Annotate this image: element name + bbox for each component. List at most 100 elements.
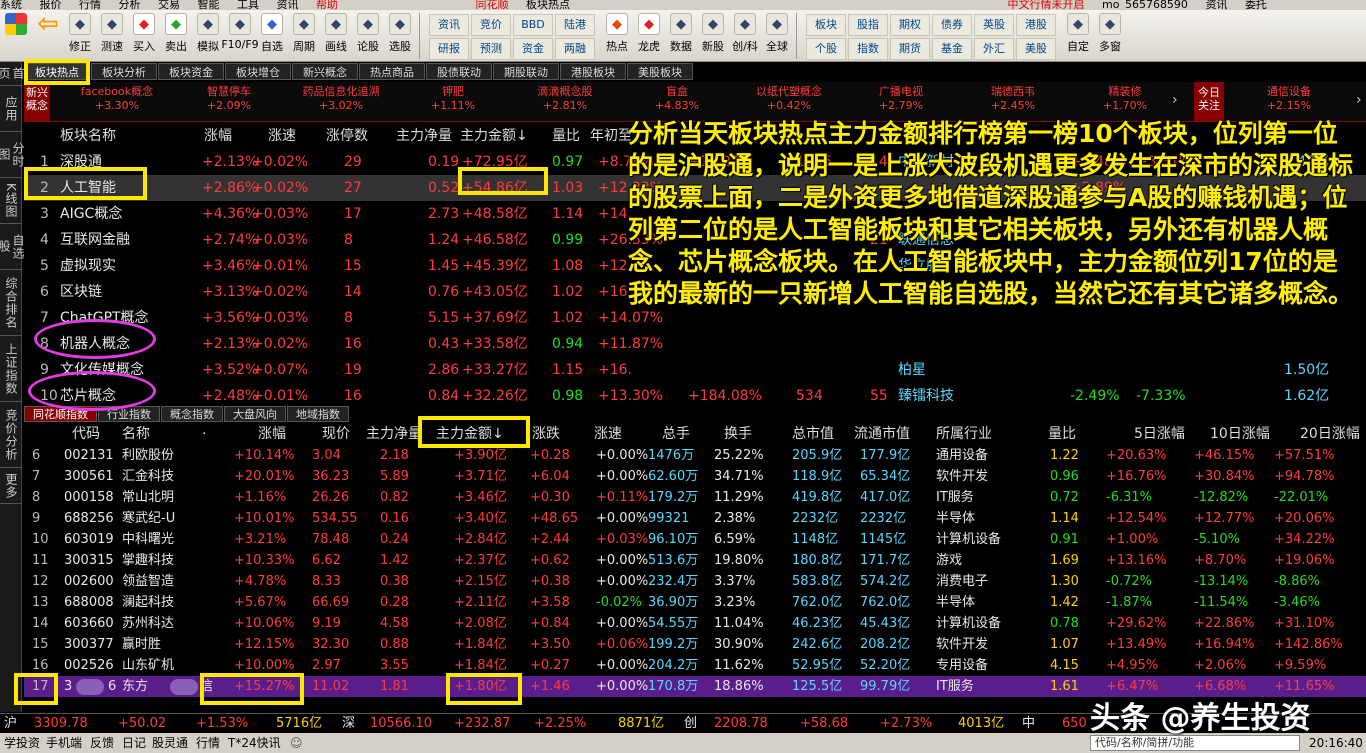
- ticker-item[interactable]: 广播电视 +2.79%: [846, 85, 956, 113]
- sector-col-header[interactable]: 主力净量: [396, 123, 452, 149]
- stock-row[interactable]: 8 000158 常山北明 +1.16% 26.26 0.82 +3.46亿 +0.30 +0.…: [24, 487, 1366, 508]
- menu-item[interactable]: 分析: [119, 0, 141, 10]
- menu-item[interactable]: 报价: [40, 0, 62, 10]
- ticker-item[interactable]: 滴滴概念股 +2.81%: [510, 85, 620, 113]
- stock-row[interactable]: 9 688256 寒武纪-U +10.01% 534.55 0.16 +3.40亿 +48.6…: [24, 508, 1366, 529]
- toolbar-grid-button[interactable]: 英股: [974, 14, 1014, 36]
- chat-icon[interactable]: ☺: [290, 733, 303, 753]
- sidebar-item[interactable]: 竞价分析: [0, 402, 22, 468]
- stock-row[interactable]: 15 300377 赢时胜 +12.15% 32.30 0.88 +1.84亿 +3.50 +0…: [24, 634, 1366, 655]
- ticker-first-label[interactable]: 新兴概念: [24, 82, 50, 122]
- sector-col-header[interactable]: 年初至: [590, 123, 632, 149]
- toolbar-button-数据[interactable]: ◆ 数据: [665, 10, 697, 62]
- toolbar-button-模拟[interactable]: ◆ 模拟: [192, 10, 224, 62]
- toolbar-button-龙虎[interactable]: ◆ 龙虎: [633, 10, 665, 62]
- windows-logo[interactable]: [0, 10, 32, 62]
- stock-col-header[interactable]: 涨跌: [532, 424, 560, 445]
- toolbar-button-测速[interactable]: ◆ 测速: [96, 10, 128, 62]
- toolbar-grid-button[interactable]: 期货: [890, 38, 930, 60]
- toolbar-grid-button[interactable]: 资金: [513, 38, 553, 60]
- stock-col-header[interactable]: 10日涨幅: [1210, 424, 1270, 445]
- tab-3[interactable]: 板块增仓: [225, 63, 291, 80]
- ticker-item[interactable]: 盲盒 +4.83%: [622, 85, 732, 113]
- toolbar-button-买入[interactable]: ◆ 买入: [128, 10, 160, 62]
- toolbar-grid-button[interactable]: 指数: [848, 38, 888, 60]
- stock-col-header[interactable]: 总手: [662, 424, 690, 445]
- sector-row[interactable]: 8 机器人概念 +2.13% +0.02% 16 0.43 +33.58亿 0.94 +11.8…: [24, 331, 1366, 357]
- menu-item[interactable]: 交易: [158, 0, 180, 10]
- ticker-item[interactable]: 瑞德西韦 +2.45%: [958, 85, 1068, 113]
- tab-8[interactable]: 港股板块: [560, 63, 626, 80]
- stock-col-header[interactable]: 现价: [322, 424, 350, 445]
- tab-6[interactable]: 股债联动: [426, 63, 492, 80]
- toolbar-button-自定[interactable]: ◆ 自定: [1062, 10, 1094, 62]
- sidebar-item[interactable]: 更多: [0, 468, 22, 504]
- stock-col-header[interactable]: 换手: [724, 424, 752, 445]
- stock-col-header[interactable]: 涨速: [594, 424, 622, 445]
- index-tab-4[interactable]: 地域指数: [287, 406, 349, 422]
- sidebar-item[interactable]: 综合排名: [0, 270, 22, 336]
- status-item[interactable]: T*24快讯: [228, 733, 281, 753]
- toolbar-button-创/科[interactable]: ◆ 创/科: [729, 10, 761, 62]
- toolbar-button-论股[interactable]: ◆ 论股: [352, 10, 384, 62]
- toolbar-button-自选[interactable]: ◆ 自选: [256, 10, 288, 62]
- toolbar-button-热点[interactable]: ◆ 热点: [601, 10, 633, 62]
- stock-col-header[interactable]: 20日涨幅: [1300, 424, 1360, 445]
- menu-item[interactable]: 智能: [198, 0, 220, 10]
- search-input[interactable]: 代码/名称/简拼/功能: [1090, 735, 1300, 751]
- chevron-right-icon[interactable]: ›: [1356, 92, 1362, 108]
- sector-col-header[interactable]: 涨停数: [326, 123, 368, 149]
- sector-col-header[interactable]: 主力金额↓: [460, 123, 528, 149]
- status-item[interactable]: 学投资: [4, 733, 40, 753]
- tab-5[interactable]: 热点商品: [359, 63, 425, 80]
- sidebar-item[interactable]: 首页: [0, 62, 25, 86]
- toolbar-grid-button[interactable]: 陆港: [555, 14, 595, 36]
- stock-col-header[interactable]: 代码: [72, 424, 100, 445]
- menu-item[interactable]: 工具: [237, 0, 259, 10]
- stock-row[interactable]: 7 300561 汇金科技 +20.01% 36.23 5.89 +3.71亿 +6.04 +0…: [24, 466, 1366, 487]
- status-item[interactable]: 反馈: [90, 733, 114, 753]
- ticker-item[interactable]: facebook概念 +3.30%: [62, 85, 172, 113]
- toolbar-grid-button[interactable]: 资讯: [429, 14, 469, 36]
- toolbar-grid-button[interactable]: BBD: [513, 14, 553, 36]
- toolbar-grid-button[interactable]: 港股: [1016, 14, 1056, 36]
- toolbar-grid-button[interactable]: 个股: [806, 38, 846, 60]
- menu-item[interactable]: 行情: [79, 0, 101, 10]
- sidebar-item[interactable]: 应用: [0, 86, 22, 132]
- stock-col-header[interactable]: 所属行业: [936, 424, 992, 445]
- status-item[interactable]: 股灵通: [152, 733, 188, 753]
- toolbar-grid-button[interactable]: 基金: [932, 38, 972, 60]
- status-item[interactable]: 日记: [122, 733, 146, 753]
- sidebar-item[interactable]: 上证指数: [0, 336, 22, 402]
- menu-trade[interactable]: 委托: [1245, 0, 1267, 10]
- toolbar-grid-button[interactable]: 美股: [1016, 38, 1056, 60]
- toolbar-button-修正[interactable]: ◆ 修正: [64, 10, 96, 62]
- sidebar-item[interactable]: 自选股: [0, 224, 25, 270]
- tab-7[interactable]: 期股联动: [493, 63, 559, 80]
- stock-row[interactable]: 13 688008 澜起科技 +5.67% 66.69 0.28 +2.11亿 +3.58 -0…: [24, 592, 1366, 613]
- toolbar-grid-button[interactable]: 债券: [932, 14, 972, 36]
- sector-row[interactable]: 9 文化传媒概念 +3.52% +0.07% 19 2.86 +33.27亿 1.15 +16.…: [24, 357, 1366, 383]
- toolbar-grid-button[interactable]: 预测: [471, 38, 511, 60]
- ticker-item[interactable]: 精装修 +1.70%: [1070, 85, 1180, 113]
- sector-col-header[interactable]: 量比: [552, 123, 580, 149]
- sector-col-header[interactable]: 涨幅: [204, 123, 232, 149]
- sidebar-item[interactable]: 分时图: [0, 132, 25, 178]
- tab-4[interactable]: 新兴概念: [292, 63, 358, 80]
- sidebar-item[interactable]: K线图: [0, 178, 22, 224]
- stock-row[interactable]: 10 603019 中科曙光 +3.21% 78.48 0.24 +2.84亿 +2.44 +0…: [24, 529, 1366, 550]
- toolbar-grid-button[interactable]: 期权: [890, 14, 930, 36]
- ticker-item[interactable]: 通信设备 +2.15%: [1234, 85, 1344, 113]
- toolbar-grid-button[interactable]: 外汇: [974, 38, 1014, 60]
- status-item[interactable]: 手机端: [46, 733, 82, 753]
- stock-row[interactable]: 11 300315 掌趣科技 +10.33% 6.62 1.42 +2.37亿 +0.62 +0…: [24, 550, 1366, 571]
- stock-col-header[interactable]: 主力净量: [366, 424, 422, 445]
- toolbar-grid-button[interactable]: 板块: [806, 14, 846, 36]
- index-tab-3[interactable]: 大盘风向: [224, 406, 286, 422]
- stock-col-header[interactable]: 涨幅: [258, 424, 286, 445]
- toolbar-grid-button[interactable]: 竞价: [471, 14, 511, 36]
- tab-2[interactable]: 板块资金: [158, 63, 224, 80]
- stock-col-header[interactable]: ·: [202, 424, 206, 445]
- stock-row[interactable]: 14 603660 苏州科达 +10.06% 9.19 4.58 +2.08亿 +0.84 +0…: [24, 613, 1366, 634]
- tab-1[interactable]: 板块分析: [91, 63, 157, 80]
